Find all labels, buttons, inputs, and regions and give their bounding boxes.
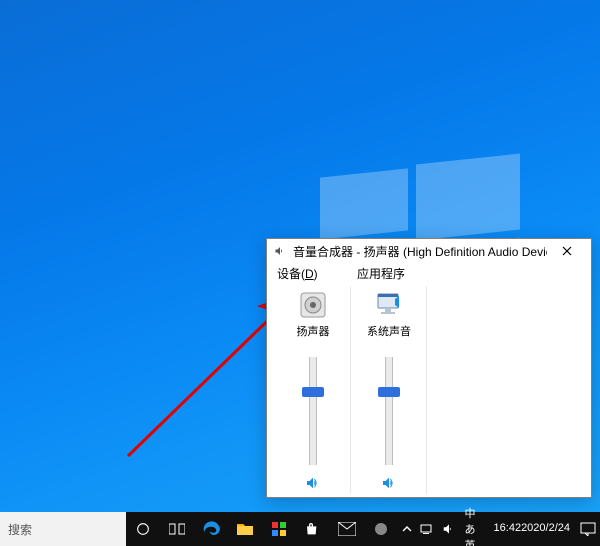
volume-icon [273, 244, 287, 258]
applications-header: 应用程序 [357, 265, 405, 282]
device-column: 扬声器 [275, 286, 351, 494]
device-mute-button[interactable] [301, 473, 325, 493]
clock[interactable]: 16:42 2020/2/24 [488, 512, 576, 546]
store-icon [305, 521, 321, 537]
volume-icon [442, 522, 456, 536]
device-header: 设备(D) [277, 265, 357, 282]
desktop: 音量合成器 - 扬声器 (High Definition Audio Devic… [0, 0, 600, 546]
clock-date: 2020/2/24 [521, 522, 570, 535]
mail-icon [338, 522, 356, 536]
system-sounds-icon[interactable] [373, 289, 405, 321]
chevron-up-icon [402, 524, 412, 534]
edge-button[interactable] [194, 512, 228, 546]
clock-time: 16:42 [494, 522, 522, 535]
tray-network[interactable] [416, 512, 438, 546]
task-view-icon [169, 522, 185, 536]
tiles-icon [272, 522, 286, 536]
speaker-device-icon[interactable] [297, 289, 329, 321]
close-icon [562, 246, 572, 256]
app-mute-button[interactable] [377, 473, 401, 493]
close-button[interactable] [547, 239, 587, 263]
window-title: 音量合成器 - 扬声器 (High Definition Audio Devic… [293, 243, 547, 260]
titlebar[interactable]: 音量合成器 - 扬声器 (High Definition Audio Devic… [267, 239, 591, 263]
ime-indicator[interactable]: 中 あ 英 [460, 512, 488, 546]
folder-icon [236, 522, 254, 536]
system-tray: 中 あ 英 16:42 2020/2/24 [398, 512, 600, 546]
start-tiles-button[interactable] [262, 512, 296, 546]
circle-icon [135, 521, 151, 537]
tray-volume[interactable] [438, 512, 460, 546]
taskbar-search[interactable]: 搜索 [0, 512, 126, 546]
taskbar: 搜索 [0, 512, 600, 546]
app-column-system-sounds: 系统声音 [351, 286, 427, 494]
mail-button[interactable] [330, 512, 364, 546]
app-icon [373, 521, 389, 537]
pinned-app-button[interactable] [364, 512, 398, 546]
app-label: 系统声音 [367, 323, 411, 339]
device-label: 扬声器 [297, 323, 330, 339]
speaker-icon [305, 475, 321, 491]
tray-chevron[interactable] [398, 512, 416, 546]
store-button[interactable] [296, 512, 330, 546]
cortana-button[interactable] [126, 512, 160, 546]
app-volume-slider[interactable] [377, 357, 401, 465]
network-icon [420, 523, 434, 535]
device-volume-slider[interactable] [301, 357, 325, 465]
section-headers: 设备(D) 应用程序 [267, 263, 591, 282]
volume-mixer-window: 音量合成器 - 扬声器 (High Definition Audio Devic… [266, 238, 592, 498]
notification-icon [580, 522, 596, 536]
speaker-icon [381, 475, 397, 491]
file-explorer-button[interactable] [228, 512, 262, 546]
edge-icon [202, 520, 220, 538]
search-label: 搜索 [8, 521, 32, 538]
action-center-button[interactable] [576, 512, 600, 546]
task-view-button[interactable] [160, 512, 194, 546]
mixer-columns: 扬声器 [267, 282, 591, 498]
